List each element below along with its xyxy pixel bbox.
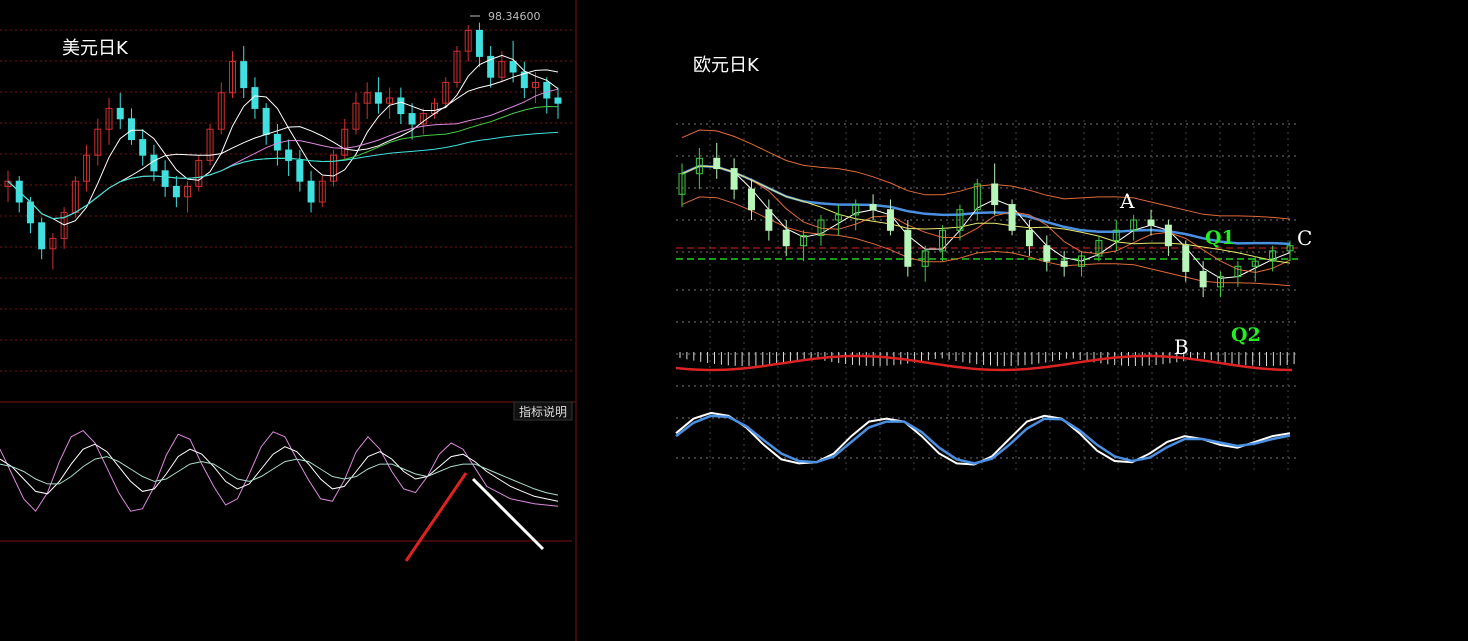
- eur-candle-body: [1008, 204, 1016, 231]
- usd-candle-body: [554, 97, 562, 104]
- usd-candle-body: [296, 159, 304, 182]
- label-b: B: [1174, 335, 1189, 359]
- eur-candle-body: [1060, 260, 1068, 267]
- usd-candle-body: [38, 222, 46, 250]
- eur-ma-blue: [681, 164, 1291, 246]
- usd-candle-body: [273, 133, 281, 151]
- eur-candles: [678, 142, 1294, 298]
- usd-candle-body: [150, 154, 158, 172]
- eur-candle-body: [782, 229, 790, 247]
- usd-candle-body: [262, 107, 270, 135]
- usd-candle-body: [509, 61, 517, 73]
- label-q1: Q1: [1205, 227, 1235, 249]
- usd-candle-body: [475, 29, 483, 57]
- usd-moving-averages: [7, 54, 559, 226]
- eur-bands: [681, 129, 1291, 287]
- usd-candle-body: [374, 92, 382, 104]
- eur-sub-indicators: [675, 352, 1295, 466]
- eur-candle-body: [904, 229, 912, 267]
- usd-candle-body: [139, 139, 147, 156]
- usd-candle-body: [127, 118, 135, 141]
- eur-title: 欧元日K: [693, 55, 760, 76]
- usd-peak-label: 98.34600: [488, 10, 541, 23]
- eur-candle-body: [747, 188, 755, 211]
- usd-candle-body: [397, 97, 405, 115]
- eur-candle-body: [1182, 245, 1190, 272]
- eur-grid: [676, 120, 1300, 470]
- eur-candle-body: [730, 168, 738, 190]
- eur-candle-body: [886, 209, 894, 231]
- usd-candle-body: [408, 113, 416, 125]
- eur-candle-body: [713, 157, 721, 170]
- usd-candle-body: [307, 180, 315, 203]
- chart-canvas: 美元日K 98.34600 指标说明 欧元日K A B C Q1 Q2: [0, 0, 1312, 641]
- usd-ma-line-0: [7, 54, 559, 226]
- label-a: A: [1119, 189, 1135, 213]
- eur-band-lower: [681, 196, 1291, 287]
- usd-candle-body: [116, 107, 124, 120]
- eur-candle-body: [869, 204, 877, 211]
- usd-grid: [0, 0, 577, 641]
- eur-candle-body: [1025, 229, 1033, 247]
- usd-candle-body: [26, 201, 34, 224]
- eur-candle-body: [1147, 219, 1155, 226]
- usd-candle-body: [161, 170, 169, 187]
- eur-candle-body: [765, 209, 773, 231]
- eur-candle-body: [991, 183, 999, 206]
- eur-sub-line-1: [675, 414, 1291, 465]
- eur-candle-body: [1164, 224, 1172, 247]
- eur-band-upper: [681, 129, 1291, 220]
- usd-candle-body: [543, 81, 551, 99]
- usd-candle-body: [172, 185, 180, 198]
- usd-title: 美元日K: [62, 38, 129, 59]
- label-c: C: [1297, 226, 1312, 250]
- eur-candle-body: [1043, 245, 1051, 262]
- usd-indicator-line-2: [0, 456, 559, 496]
- usd-indicator-line-0: [0, 429, 559, 513]
- usd-candle-body: [240, 61, 248, 89]
- eur-candle-body: [1199, 270, 1207, 288]
- usd-white-trend-line: [471, 477, 545, 551]
- usd-ma-line-4: [7, 131, 559, 220]
- usd-red-trend-line: [404, 472, 468, 562]
- usd-candles: [4, 22, 562, 270]
- indicator-help-label[interactable]: 指标说明: [519, 404, 567, 419]
- eur-ma-line-1: [681, 165, 1291, 274]
- usd-indicator-line-1: [0, 443, 559, 502]
- label-q2: Q2: [1231, 324, 1261, 346]
